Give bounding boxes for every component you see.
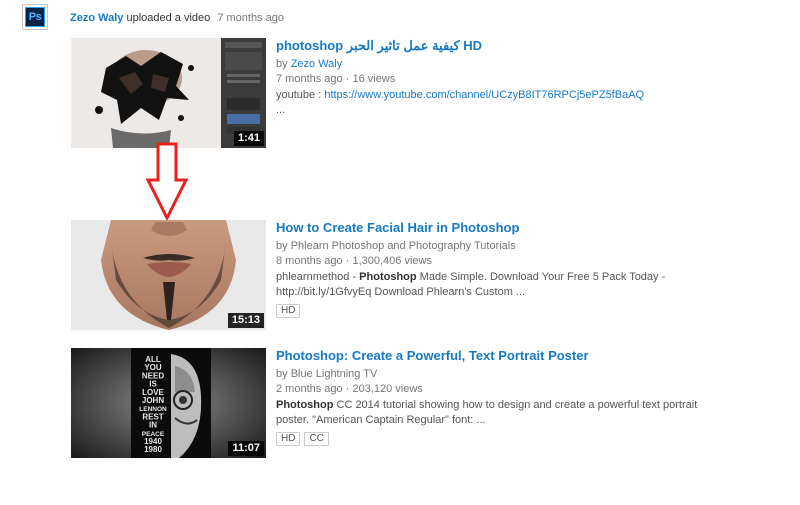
channel-link[interactable]: Zezo Waly	[291, 58, 343, 70]
video-description: Photoshop CC 2014 tutorial showing how t…	[276, 398, 716, 428]
channel-link[interactable]: Blue Lightning TV	[291, 368, 378, 380]
video-views: 1,300,406 views	[352, 255, 432, 267]
video-info: How to Create Facial Hair in Photoshop b…	[276, 220, 716, 330]
video-duration: 1:41	[233, 131, 264, 146]
hd-badge: HD	[276, 304, 301, 318]
video-age: 8 months ago	[276, 255, 343, 267]
badge-list: HD CC	[276, 432, 716, 446]
video-thumbnail[interactable]: 15:13	[71, 220, 266, 330]
channel-link[interactable]: Phlearn Photoshop and Photography Tutori…	[291, 240, 516, 252]
description-text: CC 2014 tutorial showing how to design a…	[333, 399, 698, 411]
video-item: 15:13 How to Create Facial Hair in Photo…	[71, 220, 716, 330]
description-ellipsis: ...	[276, 104, 286, 116]
photoshop-logo-text: Ps	[25, 7, 45, 27]
meta-separator: ·	[345, 73, 350, 85]
activity-text: Zezo Waly uploaded a video 7 months ago	[70, 12, 284, 24]
by-label: by	[276, 368, 288, 380]
poster-word: IN	[149, 421, 157, 430]
by-label: by	[276, 58, 288, 70]
video-byline: by Zezo Waly	[276, 57, 716, 72]
activity-action: uploaded a video	[126, 12, 211, 24]
activity-header: Ps Zezo Waly uploaded a video 7 months a…	[22, 4, 284, 34]
video-byline: by Blue Lightning TV	[276, 367, 716, 382]
poster-word: JOHN	[142, 396, 164, 405]
video-description: youtube : https://www.youtube.com/channe…	[276, 88, 716, 118]
description-highlight: Photoshop	[276, 399, 334, 411]
video-title-link[interactable]: photoshop كيفية عمل تاثير الحبر HD	[276, 38, 716, 54]
video-meta: 8 months ago · 1,300,406 views	[276, 254, 716, 269]
video-views: 203,120 views	[352, 383, 423, 395]
video-byline: by Phlearn Photoshop and Photography Tut…	[276, 239, 716, 254]
meta-separator: ·	[345, 255, 350, 267]
video-info: photoshop كيفية عمل تاثير الحبر HD by Ze…	[276, 38, 716, 148]
description-channel-link[interactable]: https://www.youtube.com/channel/UCzyB8IT…	[324, 89, 644, 101]
video-item: 1:41 photoshop كيفية عمل تاثير الحبر HD …	[71, 38, 716, 148]
video-thumbnail[interactable]: ALL YOU NEED IS LOVE JOHN LENNON REST IN PEACE 194…	[71, 348, 266, 458]
meta-separator: ·	[345, 383, 350, 395]
video-meta: 2 months ago · 203,120 views	[276, 382, 716, 397]
activity-time: 7 months ago	[217, 12, 284, 24]
video-item: ALL YOU NEED IS LOVE JOHN LENNON REST IN PEACE 194…	[71, 348, 716, 458]
red-down-arrow-icon	[146, 142, 188, 220]
description-text: poster. "American Captain Regular" font:…	[276, 414, 486, 426]
video-thumbnail[interactable]: 1:41	[71, 38, 266, 148]
hd-badge: HD	[276, 432, 301, 446]
video-age: 7 months ago	[276, 73, 343, 85]
description-text: http://bit.ly/1GfvyEq Download Phlearn's…	[276, 286, 526, 298]
cc-badge: CC	[304, 432, 329, 446]
video-age: 2 months ago	[276, 383, 343, 395]
by-label: by	[276, 240, 288, 252]
video-title-link[interactable]: Photoshop: Create a Powerful, Text Portr…	[276, 348, 716, 364]
video-description: phlearnmethod - Photoshop Made Simple. D…	[276, 270, 716, 300]
badge-list: HD	[276, 304, 716, 318]
description-text: phlearnmethod -	[276, 271, 360, 283]
video-title-link[interactable]: How to Create Facial Hair in Photoshop	[276, 220, 716, 236]
video-views: 16 views	[352, 73, 396, 85]
uploader-link[interactable]: Zezo Waly	[70, 12, 123, 24]
poster-word: 1980	[144, 445, 162, 454]
photoshop-logo-icon[interactable]: Ps	[22, 4, 48, 30]
description-highlight: Photoshop	[359, 271, 417, 283]
video-info: Photoshop: Create a Powerful, Text Portr…	[276, 348, 716, 458]
video-meta: 7 months ago · 16 views	[276, 72, 716, 87]
description-text: Made Simple. Download Your Free 5 Pack T…	[416, 271, 666, 283]
description-prefix: youtube :	[276, 89, 325, 101]
video-duration: 15:13	[227, 313, 264, 328]
video-duration: 11:07	[228, 441, 264, 456]
